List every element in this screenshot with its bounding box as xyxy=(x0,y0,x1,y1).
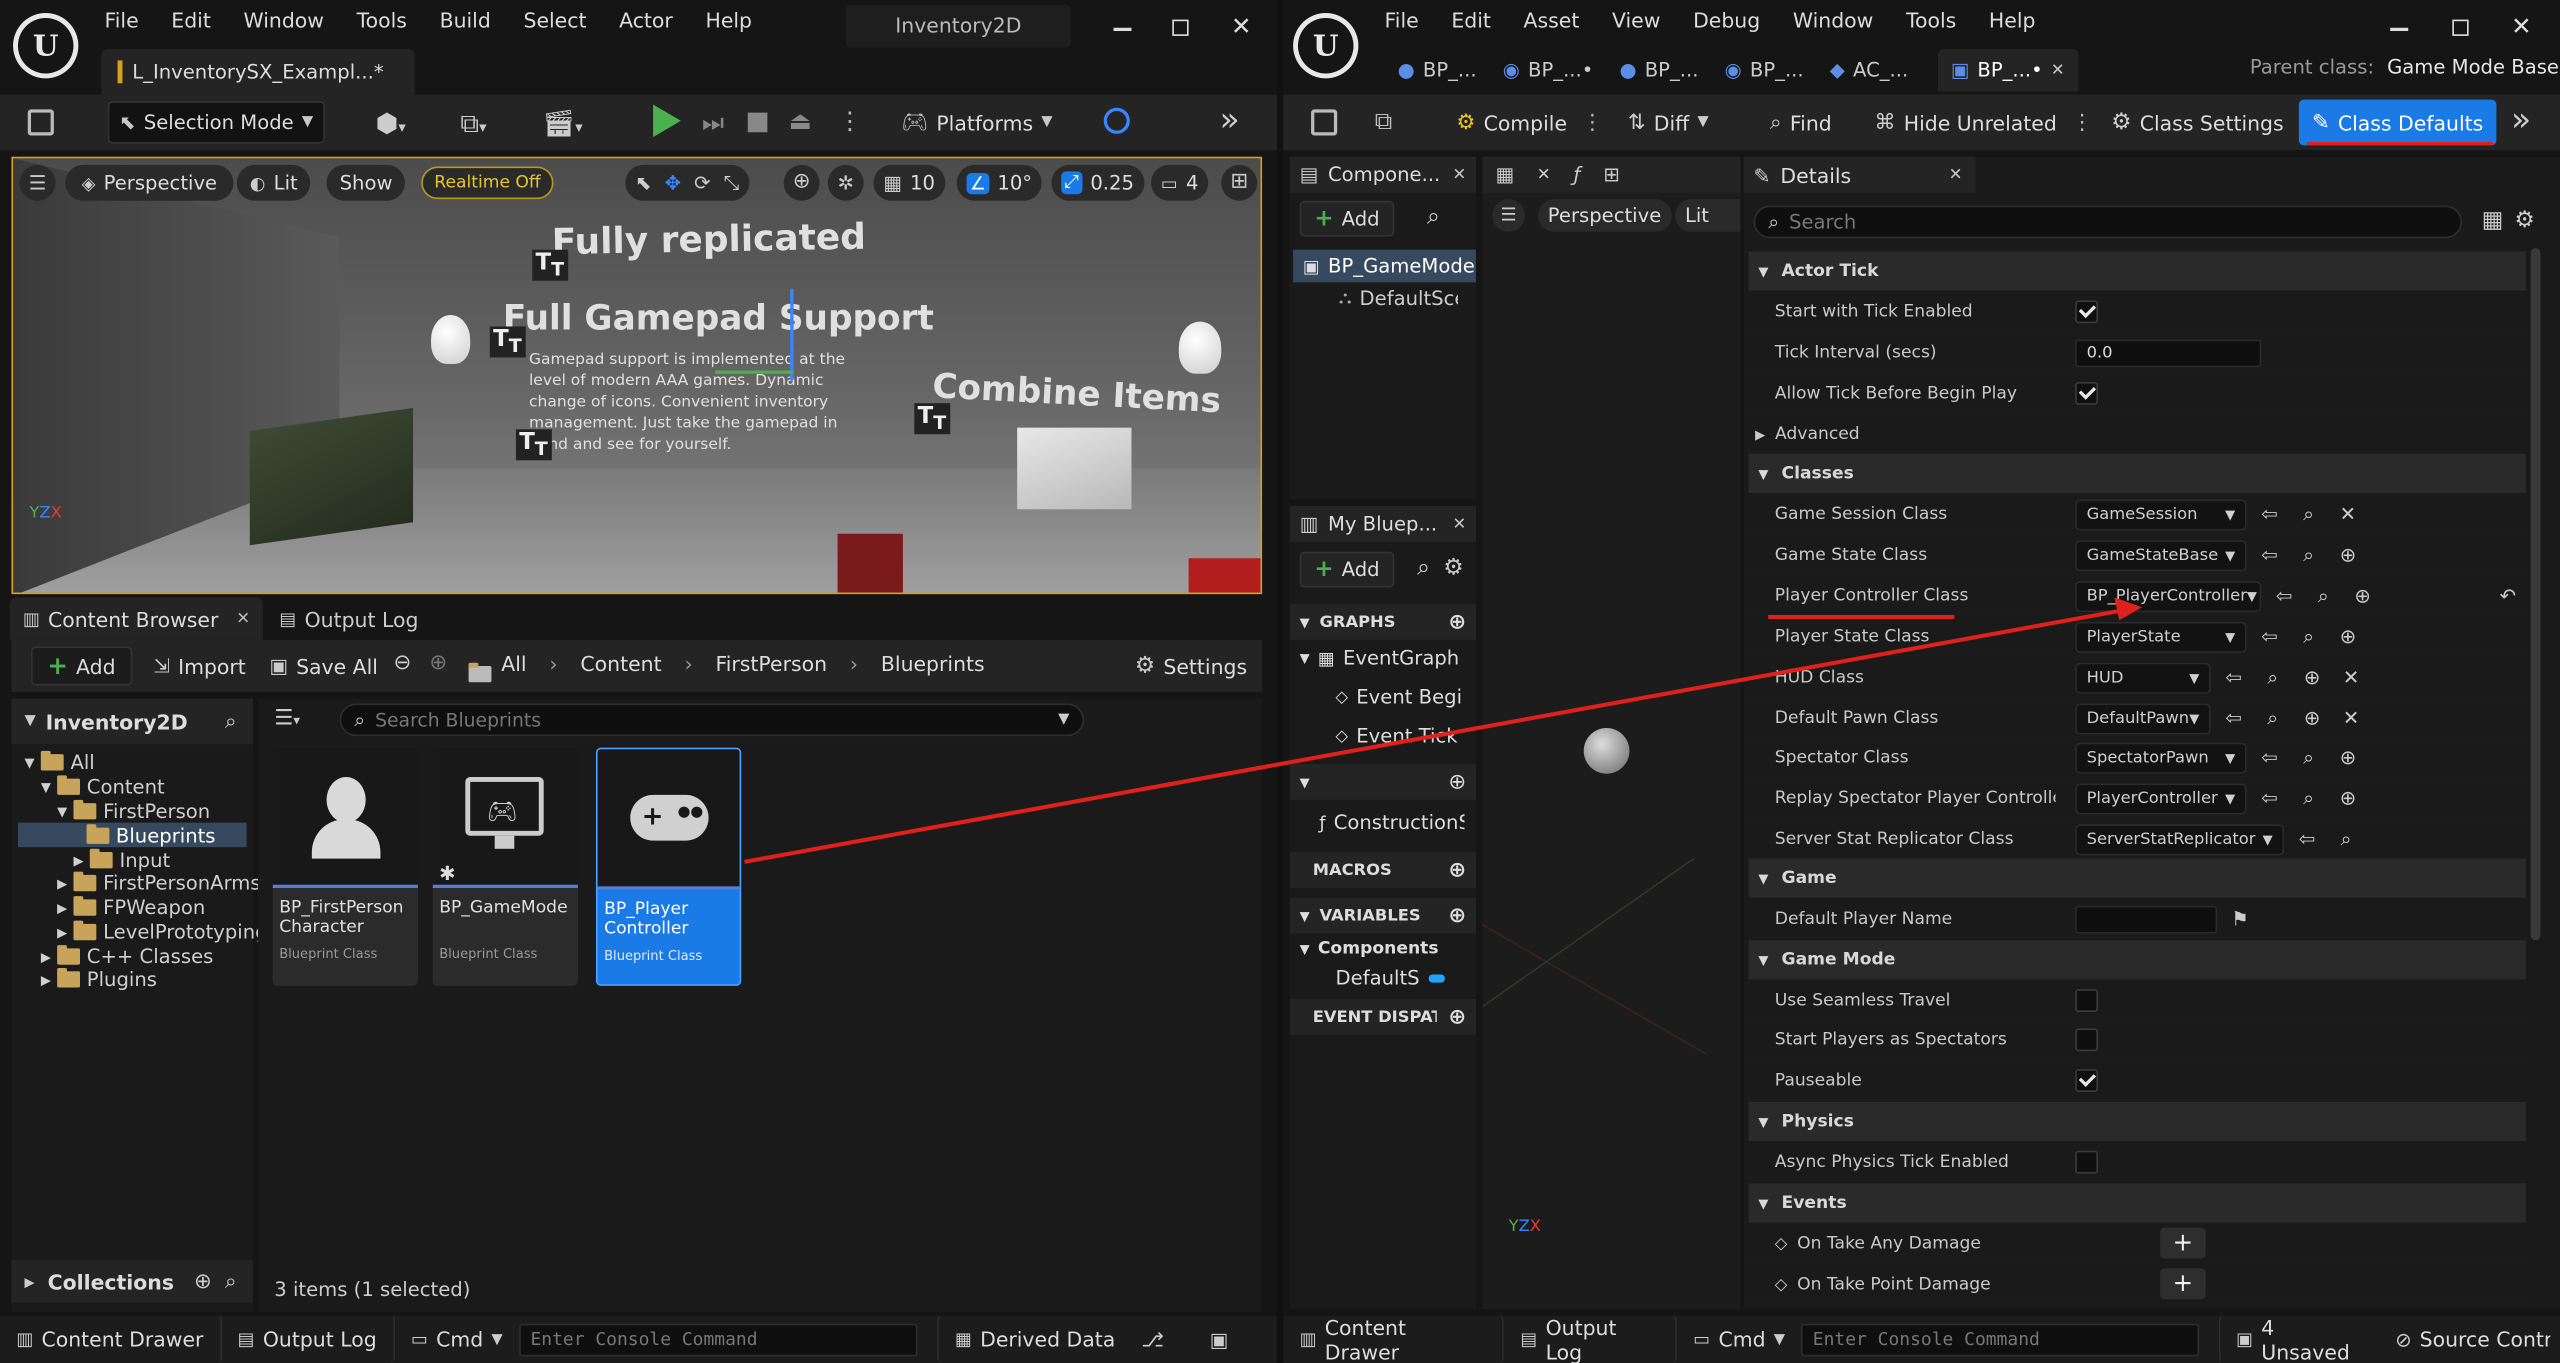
annotation-arrow-head-icon xyxy=(2114,597,2143,621)
annotation-arrow-line xyxy=(744,606,2132,864)
annotation-overlay xyxy=(744,597,2143,864)
